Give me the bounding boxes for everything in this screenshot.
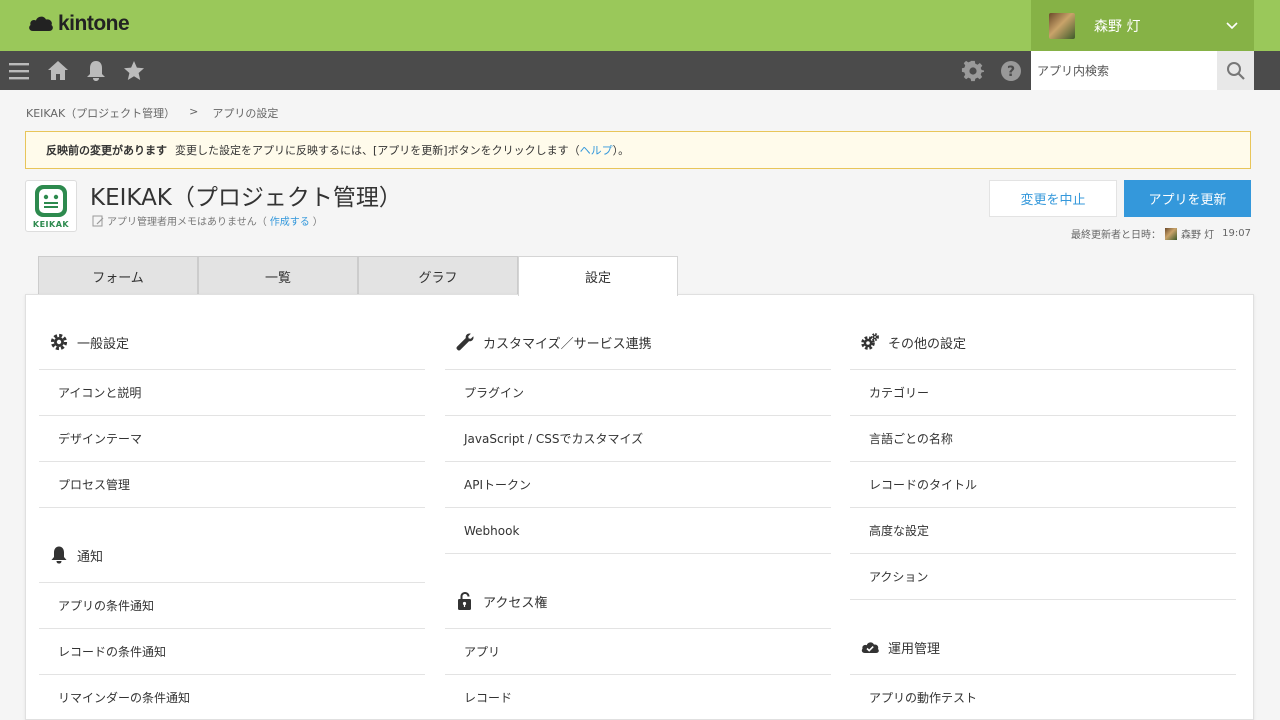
setting-item[interactable]: 高度な設定	[850, 508, 1236, 554]
user-menu[interactable]: 森野 灯	[1031, 0, 1254, 51]
wrench-icon	[456, 333, 474, 351]
search-input[interactable]	[1031, 51, 1217, 90]
update-app-button[interactable]: アプリを更新	[1124, 180, 1251, 217]
cancel-changes-button[interactable]: 変更を中止	[989, 180, 1117, 217]
setting-item[interactable]: アプリ	[445, 629, 831, 675]
setting-item[interactable]: デザインテーマ	[39, 416, 425, 462]
tab-list[interactable]: 一覧	[198, 256, 358, 295]
gears-icon	[861, 333, 879, 350]
lock-icon	[458, 592, 471, 610]
tab-settings[interactable]: 設定	[518, 256, 678, 296]
breadcrumb-separator: >	[189, 105, 199, 118]
memo-icon	[92, 215, 104, 226]
section-title: その他の設定	[888, 336, 967, 352]
setting-item[interactable]: カテゴリー	[850, 370, 1236, 416]
setting-item[interactable]: プラグイン	[445, 370, 831, 416]
section-title: 一般設定	[77, 336, 130, 352]
gear-icon	[50, 333, 68, 351]
setting-item[interactable]: アプリの動作テスト	[850, 675, 1236, 720]
help-link[interactable]: ヘルプ	[580, 142, 613, 158]
setting-item[interactable]: プロセス管理	[39, 462, 425, 508]
setting-item[interactable]: レコードのタイトル	[850, 462, 1236, 508]
kintone-logo[interactable]: kintone	[28, 12, 130, 36]
breadcrumb: KEIKAK（プロジェクト管理） > アプリの設定	[26, 105, 278, 121]
setting-item[interactable]: レコード	[445, 675, 831, 720]
section-customize: カスタマイズ／サービス連携	[445, 295, 831, 370]
setting-item[interactable]: JavaScript / CSSでカスタマイズ	[445, 416, 831, 462]
cloud-logo-icon	[29, 16, 53, 31]
tab-graph[interactable]: グラフ	[358, 256, 518, 295]
setting-item[interactable]: アイコンと説明	[39, 370, 425, 416]
section-general: 一般設定	[39, 295, 425, 370]
user-name: 森野 灯	[1094, 18, 1141, 35]
section-other: その他の設定	[850, 295, 1236, 370]
setting-item[interactable]: Webhook	[445, 508, 831, 554]
app-memo: アプリ管理者用メモはありません（ 作成する）	[92, 213, 323, 228]
notice-title: 反映前の変更があります	[46, 144, 167, 157]
setting-item[interactable]: レコードの条件通知	[39, 629, 425, 675]
star-icon[interactable]	[122, 59, 146, 83]
search-icon	[1226, 61, 1245, 80]
menu-icon[interactable]	[8, 59, 32, 83]
notice-text-end: ）。	[612, 144, 630, 157]
section-operations: 運用管理	[850, 600, 1236, 675]
section-notifications: 通知	[39, 508, 425, 583]
section-title: 通知	[77, 549, 104, 565]
setting-item[interactable]: 言語ごとの名称	[850, 416, 1236, 462]
breadcrumb-app[interactable]: KEIKAK（プロジェクト管理）	[26, 105, 175, 121]
section-title: カスタマイズ／サービス連携	[483, 336, 652, 352]
svg-text:?: ?	[1007, 64, 1015, 80]
pending-changes-notice: 反映前の変更があります 変更した設定をアプリに反映するには、[アプリを更新]ボタ…	[25, 131, 1251, 169]
avatar	[1164, 227, 1177, 240]
help-icon[interactable]: ?	[999, 59, 1023, 83]
app-icon-label: KEIKAK	[32, 220, 70, 229]
memo-close: ）	[312, 217, 323, 228]
create-memo-link[interactable]: 作成する	[270, 213, 310, 228]
search-button[interactable]	[1217, 51, 1254, 90]
last-updated-time: 19:07	[1222, 228, 1251, 239]
section-title: 運用管理	[888, 641, 941, 657]
section-title: アクセス権	[483, 595, 548, 611]
page-title: KEIKAK（プロジェクト管理）	[90, 185, 402, 211]
memo-text: アプリ管理者用メモはありません（	[107, 217, 267, 228]
bell-icon	[51, 546, 67, 564]
gear-icon[interactable]	[961, 59, 985, 83]
bell-icon[interactable]	[84, 59, 108, 83]
tab-form[interactable]: フォーム	[38, 256, 198, 295]
notice-text: 変更した設定をアプリに反映するには、[アプリを更新]ボタンをクリックします（	[175, 144, 580, 157]
last-updated: 最終更新者と日時： 森野 灯 19:07	[1071, 226, 1251, 241]
settings-column-3: その他の設定 カテゴリー 言語ごとの名称 レコードのタイトル 高度な設定 アクシ…	[850, 295, 1236, 720]
top-header: kintone 森野 灯	[0, 0, 1280, 51]
app-icon: KEIKAK	[25, 180, 77, 232]
settings-panel: 一般設定 アイコンと説明 デザインテーマ プロセス管理 通知 アプリの条件通知 …	[25, 294, 1254, 720]
last-updated-user: 森野 灯	[1180, 230, 1215, 241]
breadcrumb-current: アプリの設定	[212, 107, 279, 120]
last-updated-label: 最終更新者と日時：	[1070, 230, 1161, 241]
home-icon[interactable]	[46, 59, 70, 83]
settings-column-2: カスタマイズ／サービス連携 プラグイン JavaScript / CSSでカスタ…	[445, 295, 831, 720]
setting-item[interactable]: APIトークン	[445, 462, 831, 508]
settings-column-1: 一般設定 アイコンと説明 デザインテーマ プロセス管理 通知 アプリの条件通知 …	[39, 295, 425, 720]
setting-item[interactable]: アプリの条件通知	[39, 583, 425, 629]
setting-item[interactable]: リマインダーの条件通知	[39, 675, 425, 720]
logo-text: kintone	[58, 12, 130, 35]
section-access: アクセス権	[445, 554, 831, 629]
cloud-check-icon	[861, 642, 879, 653]
avatar	[1049, 12, 1075, 39]
chevron-down-icon	[1226, 22, 1238, 30]
setting-item[interactable]: アクション	[850, 554, 1236, 600]
